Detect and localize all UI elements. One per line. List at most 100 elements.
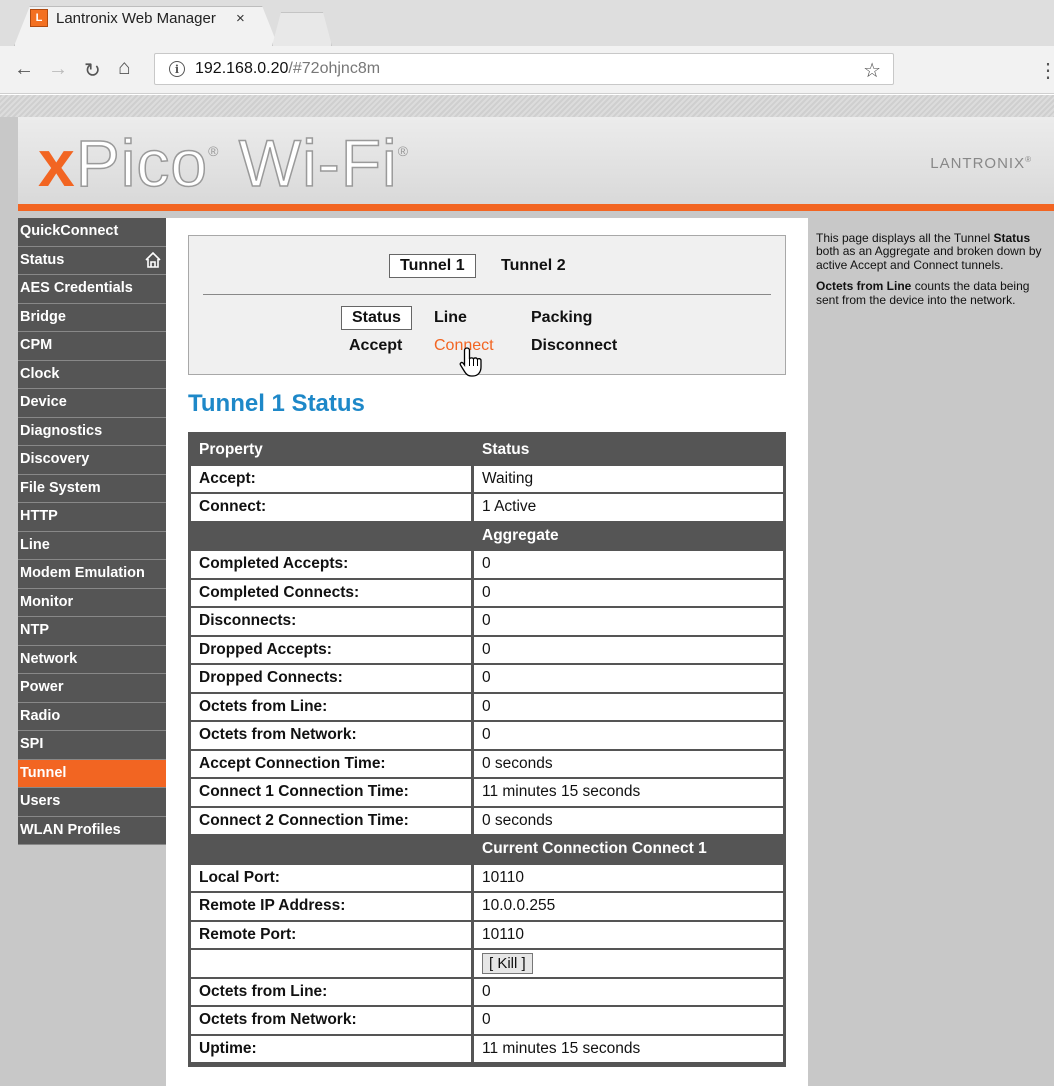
table-row: Dropped Connects: 0 (191, 665, 783, 692)
sidebar-item-ntp[interactable]: NTP (18, 617, 166, 646)
home-icon[interactable] (144, 251, 162, 269)
property-cell: Octets from Line: (191, 978, 474, 1005)
property-cell: Dropped Accepts: (191, 636, 474, 663)
sidebar-item-power[interactable]: Power (18, 674, 166, 703)
table-row: Octets from Line: 0 (191, 693, 783, 720)
sidebar-item-diagnostics[interactable]: Diagnostics (18, 417, 166, 446)
value-cell: 10110 (474, 921, 783, 948)
property-cell: Connect 2 Connection Time: (191, 807, 474, 834)
property-cell: Octets from Network: (191, 722, 474, 749)
sidebar-item-label: Radio (20, 707, 61, 724)
sidebar-item-modem-emulation[interactable]: Modem Emulation (18, 560, 166, 589)
table-row: Connect 1 Connection Time: 11 minutes 15 … (191, 779, 783, 806)
property-cell: Remote IP Address: (191, 893, 474, 920)
sidebar-item-spi[interactable]: SPI (18, 731, 166, 760)
sidebar-item-label: File System (20, 479, 101, 496)
section-row-aggregate: Aggregate (191, 522, 783, 549)
table-row: Completed Accepts: 0 (191, 551, 783, 578)
value-cell: Waiting (474, 465, 783, 492)
help-paragraph-2: Octets from Line counts the data being s… (816, 279, 1048, 307)
column-header-status: Status (482, 441, 530, 459)
info-icon[interactable]: i (169, 61, 185, 77)
sidebar-item-file-system[interactable]: File System (18, 474, 166, 503)
sidebar-item-bridge[interactable]: Bridge (18, 303, 166, 332)
kill-button[interactable]: [ Kill ] (482, 952, 533, 974)
property-cell-empty (191, 950, 474, 977)
brand-registered: ® (1025, 155, 1032, 164)
sidebar-item-label: WLAN Profiles (20, 821, 121, 838)
home-icon[interactable]: ⌂ (118, 56, 131, 80)
header-banner: xPico® Wi-Fi® LANTRONIX® (18, 117, 1054, 211)
sidebar-item-http[interactable]: HTTP (18, 503, 166, 532)
subtab-disconnect[interactable]: Disconnect (531, 337, 617, 355)
sidebar-item-tunnel[interactable]: Tunnel (18, 759, 166, 788)
property-cell: Octets from Line: (191, 693, 474, 720)
property-cell: Completed Accepts: (191, 551, 474, 578)
tab-tunnel-2[interactable]: Tunnel 2 (501, 257, 566, 275)
sidebar-item-label: Line (20, 536, 50, 553)
browser-tab-content: L Lantronix Web Manager (30, 9, 216, 27)
table-row: Local Port: 10110 (191, 864, 783, 891)
value-cell: 11 minutes 15 seconds (474, 1035, 783, 1062)
property-cell: Octets from Network: (191, 1007, 474, 1034)
subtab-packing[interactable]: Packing (531, 309, 592, 327)
section-row-current-connection: Current Connection Connect 1 (191, 836, 783, 863)
hand-cursor-icon (459, 347, 482, 377)
tab-title: Lantronix Web Manager (56, 9, 216, 27)
subnav-divider (203, 294, 771, 295)
sidebar-item-label: Modem Emulation (20, 565, 145, 581)
table-row: Remote Port: 10110 (191, 921, 783, 948)
property-cell: Connect: (191, 494, 474, 521)
subtab-status[interactable]: Status (341, 306, 412, 330)
table-row: Completed Connects: 0 (191, 579, 783, 606)
sidebar-item-label: Device (20, 394, 67, 410)
sidebar-item-aes-credentials[interactable]: AES Credentials (18, 275, 166, 304)
address-bar[interactable]: i 192.168.0.20/#72ohjnc8m ☆ (154, 53, 894, 85)
sidebar-item-line[interactable]: Line (18, 531, 166, 560)
section-spacer (191, 522, 474, 549)
back-arrow-icon[interactable]: ← (14, 58, 34, 81)
brand-text: LANTRONIX (930, 155, 1026, 172)
property-cell: Accept: (191, 465, 474, 492)
help-panel: This page displays all the Tunnel Status… (808, 218, 1054, 1086)
sidebar-item-users[interactable]: Users (18, 788, 166, 817)
logo-registered-2: ® (397, 143, 410, 159)
sidebar-item-monitor[interactable]: Monitor (18, 588, 166, 617)
sidebar-item-label: Diagnostics (20, 422, 103, 439)
sidebar-item-device[interactable]: Device (18, 389, 166, 418)
tab-close-icon[interactable]: × (236, 10, 245, 27)
bookmark-star-icon[interactable]: ☆ (863, 58, 881, 83)
sidebar-item-quickconnect[interactable]: QuickConnect (18, 218, 166, 247)
subtab-accept[interactable]: Accept (349, 337, 402, 355)
value-cell: 10110 (474, 864, 783, 891)
logo-wifi: Wi-Fi (219, 125, 398, 201)
sidebar-item-wlan-profiles[interactable]: WLAN Profiles (18, 816, 166, 845)
property-cell: Completed Connects: (191, 579, 474, 606)
property-cell: Local Port: (191, 864, 474, 891)
sidebar-item-label: CPM (20, 337, 53, 353)
sidebar-item-clock[interactable]: Clock (18, 360, 166, 389)
xpico-wifi-logo: xPico® Wi-Fi® (38, 125, 409, 201)
sidebar-item-radio[interactable]: Radio (18, 702, 166, 731)
sidebar-item-discovery[interactable]: Discovery (18, 446, 166, 475)
sidebar-item-label: Clock (20, 365, 60, 382)
reload-icon[interactable]: ↻ (84, 58, 101, 83)
lantronix-brand: LANTRONIX® (930, 155, 1032, 172)
sidebar-item-label: HTTP (20, 508, 58, 524)
section-heading: Current Connection Connect 1 (474, 836, 783, 863)
subtab-line[interactable]: Line (434, 309, 467, 327)
sidebar-item-network[interactable]: Network (18, 645, 166, 674)
browser-menu-icon[interactable]: ⋮ (1038, 58, 1054, 83)
table-row: Uptime: 11 minutes 15 seconds (191, 1035, 783, 1062)
forward-arrow-icon[interactable]: → (48, 58, 68, 81)
value-cell: 0 (474, 978, 783, 1005)
sidebar-item-label: AES Credentials (20, 280, 133, 296)
table-row: Octets from Line: 0 (191, 978, 783, 1005)
new-tab-button[interactable] (272, 12, 332, 46)
sidebar-item-label: Power (20, 679, 64, 695)
tab-tunnel-1[interactable]: Tunnel 1 (389, 254, 476, 278)
sidebar-item-label: SPI (20, 736, 44, 752)
sidebar-item-status[interactable]: Status (18, 246, 166, 275)
value-cell: 10.0.0.255 (474, 893, 783, 920)
sidebar-item-cpm[interactable]: CPM (18, 332, 166, 361)
